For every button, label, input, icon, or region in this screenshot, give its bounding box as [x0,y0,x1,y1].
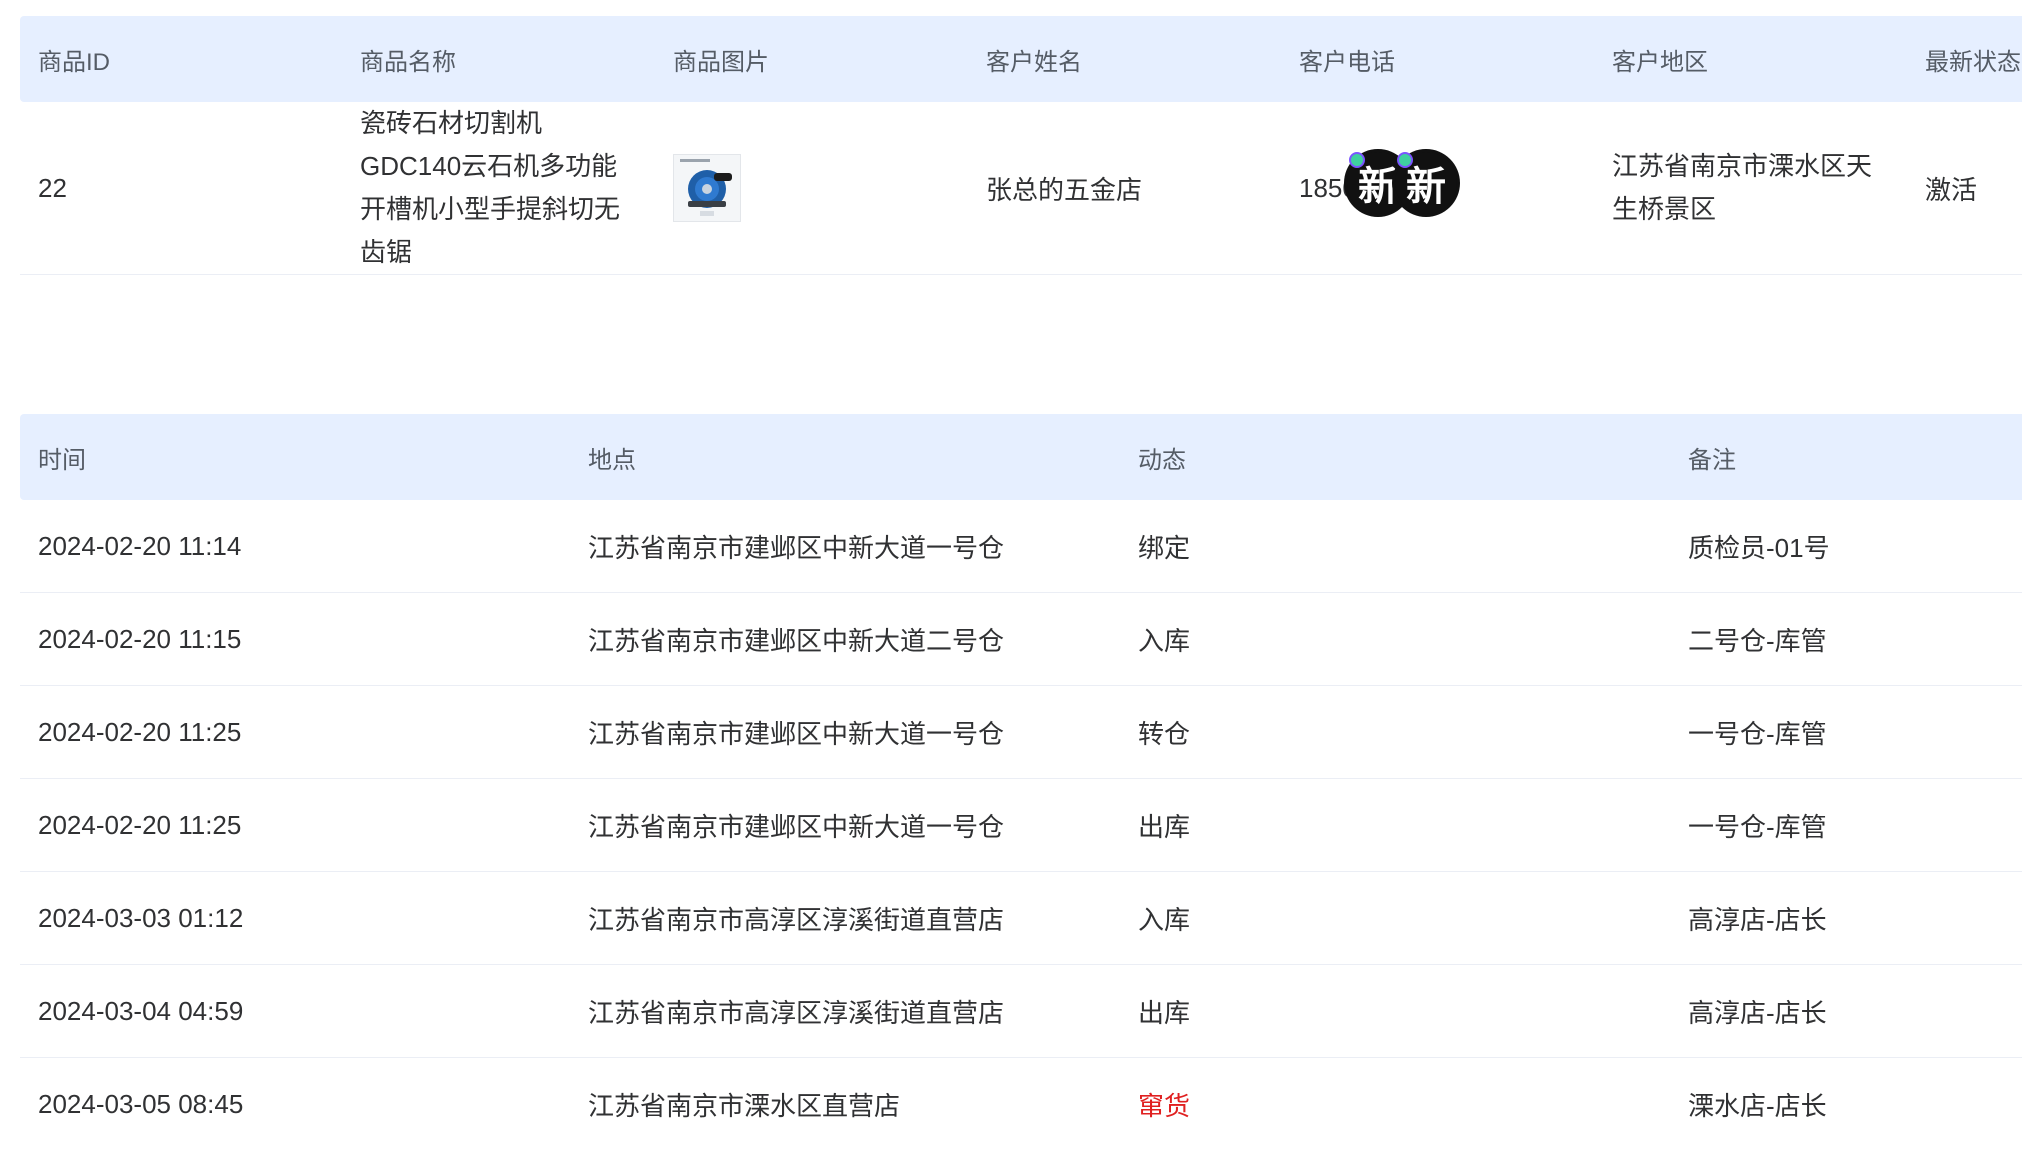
sparkle-icon [1397,152,1413,168]
row-place: 江苏省南京市建邺区中新大道一号仓 [588,532,1005,563]
row-time: 2024-02-20 11:14 [38,530,242,561]
table-row: 22 瓷砖石材切割机GDC140云石机多功能开槽机小型手提斜切无齿锯 张总的五金… [20,102,2022,275]
customer-region: 江苏省南京市溧水区天生桥景区 [1612,151,1873,224]
row-time: 2024-02-20 11:25 [38,716,242,747]
row-time: 2024-03-05 08:45 [38,1088,244,1119]
header-customer-region: 客户地区 [1612,48,1708,76]
tracking-table-header: 时间 地点 动态 备注 [20,414,2022,500]
customer-name: 张总的五金店 [986,174,1143,205]
row-time: 2024-02-20 11:15 [38,623,242,654]
customer-phone-cell: 1850 新 新 [1281,148,1594,228]
header-place: 地点 [588,446,636,474]
table-row: 2024-03-04 04:59 江苏省南京市高淳区淳溪街道直营店 出库 高淳店… [20,965,2022,1058]
page: 商品ID 商品名称 商品图片 客户姓名 客户电话 客户地区 最新状态 22 瓷砖… [0,0,2022,1149]
product-table: 商品ID 商品名称 商品图片 客户姓名 客户电话 客户地区 最新状态 22 瓷砖… [20,16,2022,275]
table-row: 2024-02-20 11:14 江苏省南京市建邺区中新大道一号仓 绑定 质检员… [20,500,2022,593]
row-event: 绑定 [1138,532,1191,563]
row-event-alert: 窜货 [1138,1090,1191,1121]
table-row: 2024-02-20 11:15 江苏省南京市建邺区中新大道二号仓 入库 二号仓… [20,593,2022,686]
latest-status: 激活 [1925,174,1978,205]
header-product-image: 商品图片 [673,48,769,76]
row-note: 高淳店-店长 [1688,997,1827,1028]
customer-phone-wrap: 1850 新 新 [1299,148,1594,228]
row-time: 2024-03-03 01:12 [38,902,244,933]
new-badge: 新 [1395,152,1457,214]
row-note: 一号仓-库管 [1688,811,1827,842]
header-note: 备注 [1688,446,1736,474]
row-place: 江苏省南京市建邺区中新大道一号仓 [588,811,1005,842]
row-note: 质检员-01号 [1688,532,1830,563]
circular-saw-icon [674,155,740,221]
sparkle-icon [1349,152,1365,168]
header-time: 时间 [38,446,86,474]
row-place: 江苏省南京市高淳区淳溪街道直营店 [588,904,1005,935]
row-event: 出库 [1138,997,1191,1028]
row-note: 溧水店-店长 [1688,1090,1827,1121]
row-event: 转仓 [1138,718,1191,749]
product-table-header: 商品ID 商品名称 商品图片 客户姓名 客户电话 客户地区 最新状态 [20,16,2022,102]
row-note: 一号仓-库管 [1688,718,1827,749]
row-place: 江苏省南京市溧水区直营店 [588,1090,901,1121]
row-note: 二号仓-库管 [1688,625,1827,656]
customer-region-cell: 江苏省南京市溧水区天生桥景区 [1594,145,1907,231]
header-customer-phone: 客户电话 [1299,48,1395,76]
row-event: 入库 [1138,625,1191,656]
product-id: 22 [38,172,67,203]
header-latest-status: 最新状态 [1925,48,2021,76]
header-event: 动态 [1138,446,1186,474]
table-row: 2024-02-20 11:25 江苏省南京市建邺区中新大道一号仓 转仓 一号仓… [20,686,2022,779]
header-product-name: 商品名称 [360,48,456,76]
product-image-cell [655,154,968,222]
tracking-table: 时间 地点 动态 备注 2024-02-20 11:14 江苏省南京市建邺区中新… [20,414,2022,1149]
row-time: 2024-02-20 11:25 [38,809,242,840]
row-event: 入库 [1138,904,1191,935]
row-place: 江苏省南京市高淳区淳溪街道直营店 [588,997,1005,1028]
table-row: 2024-02-20 11:25 江苏省南京市建邺区中新大道一号仓 出库 一号仓… [20,779,2022,872]
header-customer-name: 客户姓名 [986,48,1082,76]
table-row: 2024-03-03 01:12 江苏省南京市高淳区淳溪街道直营店 入库 高淳店… [20,872,2022,965]
row-place: 江苏省南京市建邺区中新大道一号仓 [588,718,1005,749]
product-name-cell: 瓷砖石材切割机GDC140云石机多功能开槽机小型手提斜切无齿锯 [342,102,655,274]
product-name: 瓷砖石材切割机GDC140云石机多功能开槽机小型手提斜切无齿锯 [360,108,621,267]
row-note: 高淳店-店长 [1688,904,1827,935]
circular-saw-product-image[interactable] [673,154,741,222]
row-place: 江苏省南京市建邺区中新大道二号仓 [588,625,1005,656]
table-row: 2024-03-05 08:45 江苏省南京市溧水区直营店 窜货 溧水店-店长 [20,1058,2022,1149]
row-time: 2024-03-04 04:59 [38,995,244,1026]
row-event: 出库 [1138,811,1191,842]
new-sticker: 新 新 [1347,152,1457,214]
header-product-id: 商品ID [38,48,110,76]
